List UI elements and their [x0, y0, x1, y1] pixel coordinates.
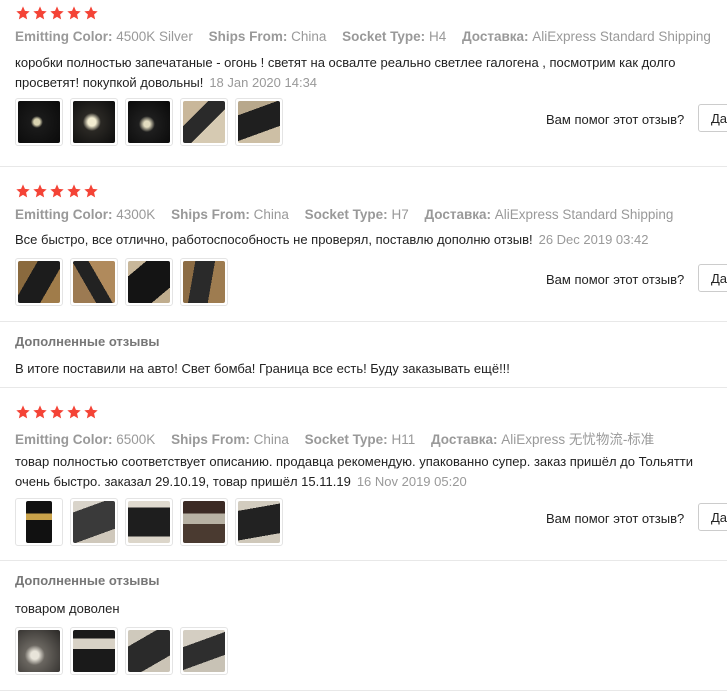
attr-ships-from: China [253, 207, 289, 222]
review-text: товар полностью соответствует описанию. … [15, 452, 693, 492]
photo-thumbnail[interactable] [125, 498, 173, 546]
helpful-yes-button[interactable]: Да [698, 264, 727, 292]
attr-delivery: AliExpress Standard Shipping [494, 207, 674, 222]
attr-label: Ships From: [208, 29, 288, 44]
attr-label: Emitting Color: [15, 207, 113, 222]
photo-thumbnail[interactable] [180, 98, 228, 146]
helpful-question: Вам помог этот отзыв? [546, 272, 685, 287]
review-photos [15, 498, 283, 546]
star-icon [67, 6, 81, 20]
product-attributes: Emitting Color: 6500K Ships From: China … [15, 428, 666, 448]
attr-label: Доставка: [461, 29, 529, 44]
rating-stars [15, 5, 99, 21]
review-date: 26 Dec 2019 03:42 [538, 232, 649, 247]
attr-ships-from: China [291, 29, 327, 44]
star-icon [50, 6, 64, 20]
star-icon [67, 405, 81, 419]
review-photos [15, 98, 283, 146]
star-icon [84, 184, 98, 198]
review-text-line: коробки полностью запечатаные - огонь ! … [15, 55, 676, 70]
photo-thumbnail[interactable] [125, 98, 173, 146]
attr-socket-type: H4 [428, 29, 447, 44]
star-icon [67, 184, 81, 198]
star-icon [33, 405, 47, 419]
review-text: коробки полностью запечатаные - огонь ! … [15, 53, 675, 93]
review-date: 16 Nov 2019 05:20 [356, 474, 467, 489]
review-photos [15, 258, 228, 306]
attr-label: Socket Type: [304, 432, 388, 447]
review-date: 18 Jan 2020 14:34 [209, 75, 318, 90]
star-icon [16, 184, 30, 198]
photo-thumbnail[interactable] [15, 98, 63, 146]
photo-thumbnail[interactable] [70, 498, 118, 546]
photo-thumbnail[interactable] [180, 498, 228, 546]
attr-socket-type: H11 [391, 432, 416, 447]
photo-thumbnail[interactable] [15, 498, 63, 546]
attr-label: Доставка: [430, 432, 498, 447]
star-icon [16, 405, 30, 419]
photo-thumbnail[interactable] [235, 98, 283, 146]
star-icon [50, 184, 64, 198]
additional-review-text: В итоге поставили на авто! Свет бомба! Г… [15, 361, 510, 376]
review-text-line: товар полностью соответствует описанию. … [15, 454, 694, 469]
star-icon [84, 405, 98, 419]
attr-emitting-color: 4300K [116, 207, 156, 222]
attr-label: Socket Type: [342, 29, 426, 44]
product-attributes: Emitting Color: 4300K Ships From: China … [15, 207, 685, 222]
review-divider [0, 560, 727, 561]
additional-reviews-title: Дополненные отзывы [15, 334, 160, 349]
attr-ships-from: China [253, 432, 289, 447]
photo-thumbnail[interactable] [125, 627, 173, 675]
rating-stars [15, 404, 99, 420]
attr-emitting-color: 4500K Silver [116, 29, 193, 44]
review-divider [0, 690, 727, 691]
photo-thumbnail[interactable] [15, 627, 63, 675]
review-divider [0, 321, 727, 322]
attr-socket-type: H7 [391, 207, 409, 222]
attr-label: Доставка: [424, 207, 492, 222]
attr-label: Ships From: [171, 207, 250, 222]
helpful-question: Вам помог этот отзыв? [546, 511, 685, 526]
review-text-line: очень быстро. заказал 29.10.19, товар пр… [15, 474, 351, 489]
product-attributes: Emitting Color: 4500K Silver Ships From:… [15, 29, 723, 44]
star-icon [50, 405, 64, 419]
photo-thumbnail[interactable] [70, 258, 118, 306]
rating-stars [15, 183, 99, 199]
additional-review-text: товаром доволен [15, 601, 120, 616]
helpful-yes-button[interactable]: Да [698, 104, 727, 132]
review-text-line: просветят! покупкой довольны! [15, 75, 204, 90]
additional-review-photos [15, 627, 228, 675]
photo-thumbnail[interactable] [15, 258, 63, 306]
helpful-yes-button[interactable]: Да [698, 503, 727, 531]
review-divider [0, 387, 727, 388]
star-icon [84, 6, 98, 20]
attr-delivery: AliExpress 无忧物流-标准 [501, 432, 655, 447]
additional-reviews-title: Дополненные отзывы [15, 573, 160, 588]
review-text: Все быстро, все отлично, работоспособнос… [15, 230, 648, 250]
attr-label: Socket Type: [304, 207, 388, 222]
photo-thumbnail[interactable] [70, 627, 118, 675]
photo-thumbnail[interactable] [125, 258, 173, 306]
attr-delivery: AliExpress Standard Shipping [532, 29, 711, 44]
star-icon [33, 184, 47, 198]
star-icon [33, 6, 47, 20]
photo-thumbnail[interactable] [235, 498, 283, 546]
star-icon [16, 6, 30, 20]
review-divider [0, 166, 727, 167]
attr-label: Ships From: [171, 432, 250, 447]
attr-label: Emitting Color: [15, 29, 113, 44]
attr-label: Emitting Color: [15, 432, 113, 447]
photo-thumbnail[interactable] [180, 258, 228, 306]
photo-thumbnail[interactable] [70, 98, 118, 146]
review-text-line: Все быстро, все отлично, работоспособнос… [15, 232, 533, 247]
helpful-question: Вам помог этот отзыв? [546, 112, 685, 127]
photo-thumbnail[interactable] [180, 627, 228, 675]
attr-emitting-color: 6500K [116, 432, 156, 447]
